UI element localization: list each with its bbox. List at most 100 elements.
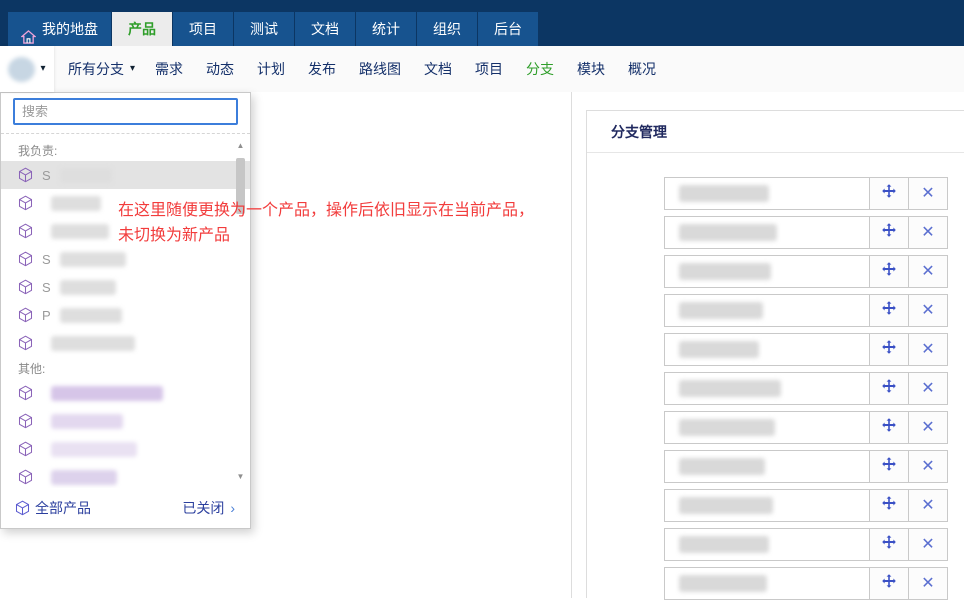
branch-name-input[interactable] [665, 373, 869, 404]
close-icon: ✕ [921, 498, 934, 514]
product-cube-icon [18, 469, 33, 485]
product-name-blurred [51, 442, 137, 457]
close-icon: ✕ [921, 537, 934, 553]
tab-my-dashboard[interactable]: 我的地盘 [8, 12, 111, 46]
scroll-up-icon[interactable]: ▲ [234, 139, 247, 152]
sub-nav-item[interactable]: 文档 [424, 59, 452, 79]
top-navbar: 我的地盘 产品 项目 测试 文档 统计 组织 后台 [0, 0, 964, 46]
delete-branch-button[interactable]: ✕ [908, 529, 947, 560]
move-branch-button[interactable] [869, 256, 908, 287]
my-products-group: S [1, 161, 250, 357]
delete-branch-button[interactable]: ✕ [908, 451, 947, 482]
move-branch-button[interactable] [869, 295, 908, 326]
branch-row: ✕ [664, 372, 948, 405]
product-list-item[interactable]: S [1, 161, 250, 189]
sub-nav-item[interactable]: 路线图 [359, 59, 401, 79]
product-list-item[interactable] [1, 189, 250, 217]
all-products-label: 全部产品 [35, 498, 91, 518]
product-name-visible-text: S [42, 280, 51, 295]
branch-name-input[interactable] [665, 217, 869, 248]
scrollbar-thumb[interactable] [236, 158, 245, 214]
branch-name-input[interactable] [665, 490, 869, 521]
move-branch-button[interactable] [869, 217, 908, 248]
branch-filter-dropdown[interactable]: 所有分支 ▾ [68, 59, 135, 79]
branch-name-blurred [679, 458, 765, 475]
product-switcher-dropdown-button[interactable]: ▾ [0, 46, 54, 92]
delete-branch-button[interactable]: ✕ [908, 295, 947, 326]
sub-nav-item[interactable]: 动态 [206, 59, 234, 79]
top-nav-tab[interactable]: 测试 [234, 12, 294, 46]
branch-row: ✕ [664, 294, 948, 327]
delete-branch-button[interactable]: ✕ [908, 373, 947, 404]
product-list-item[interactable] [1, 435, 250, 463]
product-list: 我负责: S [1, 134, 250, 488]
top-nav-tab[interactable]: 项目 [173, 12, 233, 46]
dropdown-footer: 全部产品 已关闭 › [1, 488, 250, 528]
branch-name-input[interactable] [665, 334, 869, 365]
move-branch-button[interactable] [869, 334, 908, 365]
branch-name-blurred [679, 380, 781, 397]
list-scrollbar: ▲ ▼ [234, 139, 247, 483]
sub-nav-item[interactable]: 概况 [628, 59, 656, 79]
move-branch-button[interactable] [869, 373, 908, 404]
sub-nav-item[interactable]: 计划 [257, 59, 285, 79]
branch-name-input[interactable] [665, 529, 869, 560]
product-name-blurred [51, 336, 135, 351]
branch-name-input[interactable] [665, 295, 869, 326]
move-branch-button[interactable] [869, 568, 908, 599]
top-nav-tab[interactable]: 文档 [295, 12, 355, 46]
product-list-item[interactable] [1, 379, 250, 407]
move-icon [881, 495, 897, 516]
delete-branch-button[interactable]: ✕ [908, 217, 947, 248]
product-list-item[interactable]: S [1, 245, 250, 273]
all-products-link[interactable]: 全部产品 [15, 498, 91, 518]
move-icon [881, 261, 897, 282]
product-list-item[interactable]: P [1, 301, 250, 329]
product-list-item[interactable] [1, 217, 250, 245]
sub-nav-item[interactable]: 发布 [308, 59, 336, 79]
move-branch-button[interactable] [869, 490, 908, 521]
sub-nav-item-label: 计划 [257, 61, 285, 77]
product-list-item[interactable] [1, 463, 250, 488]
move-branch-button[interactable] [869, 178, 908, 209]
product-list-item[interactable]: S [1, 273, 250, 301]
product-cube-icon [18, 251, 33, 267]
branch-name-input[interactable] [665, 568, 869, 599]
branch-name-input[interactable] [665, 412, 869, 443]
chevron-down-icon: ▾ [40, 64, 45, 74]
branch-row: ✕ [664, 450, 948, 483]
top-nav-tabs: 我的地盘 产品 项目 测试 文档 统计 组织 后台 [8, 12, 539, 46]
product-cube-icon [18, 385, 33, 401]
product-name-blurred [60, 168, 112, 183]
scroll-down-icon[interactable]: ▼ [234, 470, 247, 483]
delete-branch-button[interactable]: ✕ [908, 412, 947, 443]
delete-branch-button[interactable]: ✕ [908, 178, 947, 209]
delete-branch-button[interactable]: ✕ [908, 256, 947, 287]
product-list-item[interactable] [1, 407, 250, 435]
top-nav-tab[interactable]: 组织 [417, 12, 477, 46]
home-icon [21, 22, 36, 36]
move-icon [881, 417, 897, 438]
product-list-item[interactable] [1, 329, 250, 357]
sub-nav-item[interactable]: 需求 [155, 59, 183, 79]
move-icon [881, 534, 897, 555]
move-branch-button[interactable] [869, 412, 908, 443]
top-nav-tab[interactable]: 统计 [356, 12, 416, 46]
close-icon: ✕ [921, 420, 934, 436]
move-branch-button[interactable] [869, 451, 908, 482]
search-input[interactable] [13, 98, 238, 125]
sub-nav-item[interactable]: 项目 [475, 59, 503, 79]
branch-name-input[interactable] [665, 256, 869, 287]
sub-nav-item[interactable]: 模块 [577, 59, 605, 79]
tab-label: 测试 [250, 21, 278, 37]
sub-nav-item[interactable]: 分支 [526, 59, 554, 79]
branch-name-input[interactable] [665, 178, 869, 209]
top-nav-tab[interactable]: 产品 [112, 12, 172, 46]
delete-branch-button[interactable]: ✕ [908, 568, 947, 599]
top-nav-tab[interactable]: 后台 [478, 12, 538, 46]
branch-name-input[interactable] [665, 451, 869, 482]
delete-branch-button[interactable]: ✕ [908, 490, 947, 521]
closed-products-link[interactable]: 已关闭 › [182, 498, 235, 518]
move-branch-button[interactable] [869, 529, 908, 560]
delete-branch-button[interactable]: ✕ [908, 334, 947, 365]
